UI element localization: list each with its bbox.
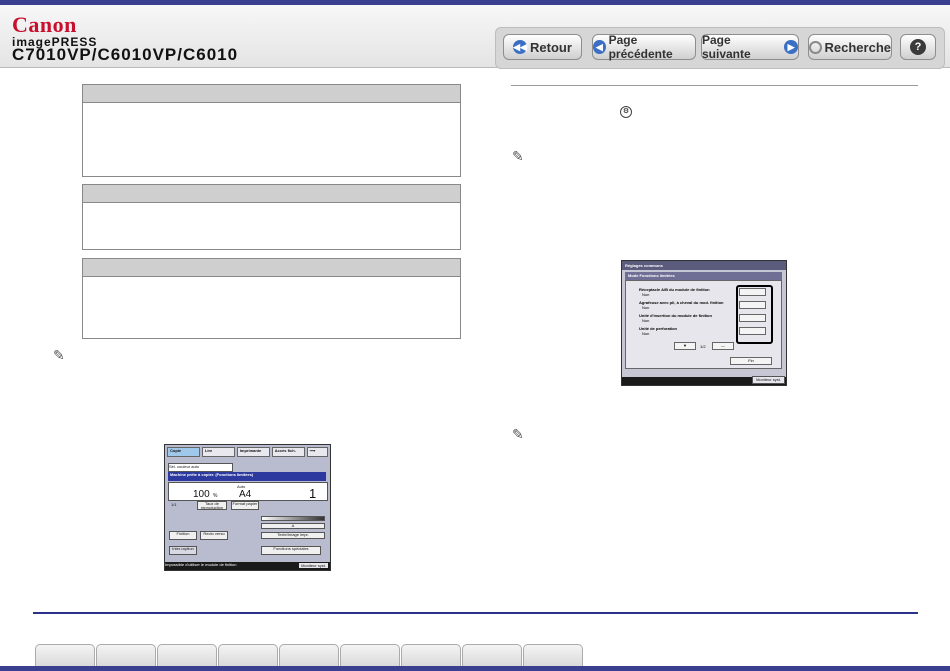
screen-status-bar: Impossible d'utiliser le module de finit… [165, 562, 330, 570]
back-button[interactable]: ◀◀ Retour [503, 34, 582, 60]
info-table-1-header [83, 85, 460, 103]
zoom-value: 100 [193, 489, 210, 500]
tab-scan: Lire [201, 447, 235, 457]
list-item: Unité de perforation Non [639, 326, 739, 336]
list-item: Unité d'insertion du module de finition N… [639, 313, 739, 323]
header: Canon imagePRESS C7010VP/C6010VP/C6010 ◀… [0, 5, 950, 69]
copy-ratio: 1/1 [171, 502, 177, 507]
setting-value: Non [642, 318, 650, 323]
rewind-icon: ◀◀ [513, 40, 528, 54]
text-image-button: Texte/Image impr. [261, 532, 325, 539]
model-name: C7010VP/C6010VP/C6010 [12, 45, 239, 64]
zoom-unit: % [213, 493, 218, 499]
info-table-2-header [83, 185, 460, 203]
note-pencil-icon: ✎ [512, 426, 524, 442]
setting-button [739, 327, 766, 335]
setting-button [739, 301, 766, 309]
help-icon: ? [910, 39, 926, 55]
tab-arrow: ⟶ [306, 447, 328, 457]
back-label: Retour [530, 39, 572, 55]
paper-button: Format papier [231, 501, 259, 510]
info-table-3 [82, 258, 461, 339]
note-pencil-icon: ✎ [53, 347, 65, 363]
screen-status-bar: Moniteur syst. [622, 376, 786, 385]
done-button: Fin [730, 357, 772, 365]
setting-value: Non [642, 292, 650, 297]
status-message: Machine prête à copier. (Fonctions limit… [168, 472, 326, 481]
setting-value: Non [642, 331, 650, 336]
search-icon [809, 40, 822, 54]
note-pencil-icon: ✎ [512, 148, 524, 164]
setting-label: Réceptacle A/B du module de finition [639, 287, 710, 292]
tab-printer: Imprimante [236, 447, 270, 457]
tab-copy: Copie [167, 447, 200, 457]
info-table-2 [82, 184, 461, 250]
settings-list: Réceptacle A/B du module de finition Non … [625, 280, 782, 369]
prev-page-label: Page précédente [608, 33, 673, 61]
list-item: Agrafeuse avec pli, à cheval du mod. fin… [639, 300, 739, 310]
settings-subtitle: Mode Fonctions limitées [625, 272, 782, 280]
settings-screen-image: Réglages communs Mode Fonctions limitées… [621, 260, 787, 386]
density-slider [261, 516, 325, 521]
duplex-button: Recto verso [200, 531, 228, 540]
copy-count: 1 [309, 486, 317, 501]
density-button: A [261, 523, 325, 529]
nav-toolbar: ◀◀ Retour ◀ Page précédente Page suivant… [495, 27, 945, 69]
divider-line [511, 85, 918, 86]
search-label: Recherche [824, 39, 891, 55]
error-message: Impossible d'utiliser le module de finit… [165, 562, 237, 567]
setting-label: Agrafeuse avec pli, à cheval du mod. fin… [639, 300, 724, 305]
prev-page-button[interactable]: ◀ Page précédente [592, 33, 696, 61]
interrupt-button: Inter-ruption [169, 546, 197, 555]
paper-size: A4 [239, 489, 252, 500]
copy-screen-tabs: Copie Lire Imprimante Accès fich. ⟶ [167, 447, 328, 457]
ratio-button: Taux de reproduction [197, 501, 227, 510]
bottom-accent-bar [0, 666, 950, 671]
setting-value: Non [642, 305, 650, 310]
next-page-label: Page suivante [702, 33, 751, 61]
page-up-button: — [712, 342, 734, 350]
list-item: Réceptacle A/B du module de finition Non [639, 287, 739, 297]
info-table-1 [82, 84, 461, 177]
tab-file-access: Accès fich. [271, 447, 305, 457]
color-select: Sél. couleur auto [168, 463, 233, 472]
setting-button [739, 288, 766, 296]
arrow-left-icon: ◀ [593, 40, 606, 54]
monitor-button: Moniteur syst. [299, 563, 328, 568]
info-table-3-header [83, 259, 460, 277]
page-indicator: 1/2 [700, 344, 706, 349]
settings-title: Réglages communs [622, 261, 786, 270]
help-button[interactable]: ? [900, 34, 936, 60]
special-features-button: Fonctions spéciales [261, 546, 321, 555]
copy-settings-panel: Auto 100 % A4 1 [168, 482, 328, 501]
copy-screen-image: Copie Lire Imprimante Accès fich. ⟶ Sél.… [164, 444, 331, 571]
monitor-button: Moniteur syst. [752, 376, 785, 384]
arrow-right-icon: ▶ [784, 40, 798, 54]
footer-divider [33, 612, 918, 614]
settings-gear-icon: ⚙ [620, 106, 632, 118]
setting-button [739, 314, 766, 322]
page-down-button: ▼ [674, 342, 696, 350]
finishing-button: Finition [169, 531, 197, 540]
next-page-button[interactable]: Page suivante ▶ [701, 33, 799, 61]
setting-label: Unité d'insertion du module de finition [639, 313, 712, 318]
search-button[interactable]: Recherche [808, 34, 892, 60]
